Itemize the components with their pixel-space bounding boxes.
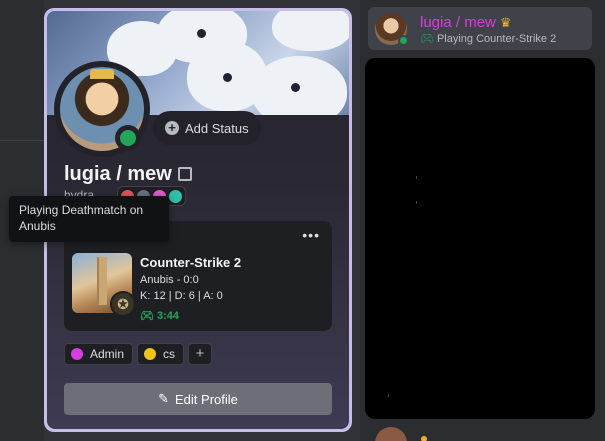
role-label: Admin bbox=[90, 347, 125, 361]
goose-eye bbox=[223, 73, 232, 82]
gamepad-icon: 🎮︎ bbox=[140, 310, 158, 322]
role-list: Admin cs + bbox=[64, 343, 213, 365]
member-activity: 🎮︎ Playing Counter-Strike 2 bbox=[420, 33, 557, 45]
plus-circle-icon: + bbox=[165, 121, 179, 135]
crown-icon: ♛ bbox=[499, 15, 512, 30]
panel-speck bbox=[416, 176, 417, 179]
online-status-icon bbox=[398, 35, 409, 46]
gamepad-icon: 🎮︎ bbox=[420, 33, 434, 45]
add-status-label: Add Status bbox=[185, 120, 249, 136]
game-cover-pillar bbox=[97, 257, 107, 305]
video-panel bbox=[365, 58, 595, 419]
status-dot bbox=[421, 436, 427, 441]
member-name: lugia / mew ♛ bbox=[420, 14, 512, 31]
edit-profile-label: Edit Profile bbox=[175, 391, 238, 407]
edit-profile-button[interactable]: ✎ Edit Profile bbox=[64, 383, 332, 415]
panel-speck bbox=[416, 201, 417, 204]
rank-badge-icon: ✪ bbox=[110, 291, 136, 317]
banner-goose bbox=[272, 11, 349, 51]
member-list-item-lugia[interactable]: lugia / mew ♛ 🎮︎ Playing Counter-Strike 2 bbox=[368, 7, 592, 50]
pencil-icon: ✎ bbox=[158, 391, 170, 406]
activity-tooltip: Playing Deathmatch on Anubis bbox=[9, 196, 169, 242]
add-status-button[interactable]: + Add Status bbox=[153, 111, 261, 145]
display-name: lugia / mew bbox=[64, 163, 192, 186]
add-role-button[interactable]: + bbox=[188, 343, 213, 365]
game-detail-stats: K: 12 | D: 6 | A: 0 bbox=[140, 290, 223, 302]
role-color-dot bbox=[144, 348, 157, 360]
role-cs[interactable]: cs bbox=[137, 343, 185, 365]
role-label: cs bbox=[163, 347, 176, 361]
role-color-dot bbox=[71, 348, 83, 360]
name-tag-icon[interactable] bbox=[177, 167, 192, 181]
avatar-crown bbox=[90, 69, 114, 79]
status-indicator bbox=[120, 130, 136, 146]
goose-eye bbox=[291, 83, 300, 92]
online-status-icon bbox=[115, 125, 141, 151]
panel-speck bbox=[388, 394, 389, 397]
game-title: Counter-Strike 2 bbox=[140, 255, 242, 270]
game-elapsed: 🎮︎ 3:44 bbox=[140, 310, 180, 322]
role-admin[interactable]: Admin bbox=[64, 343, 134, 365]
game-detail-map: Anubis - 0:0 bbox=[140, 274, 199, 286]
badge-teal-icon[interactable] bbox=[169, 189, 182, 203]
more-options-icon[interactable]: ••• bbox=[302, 227, 320, 243]
goose-eye bbox=[197, 29, 206, 38]
divider bbox=[0, 140, 44, 141]
